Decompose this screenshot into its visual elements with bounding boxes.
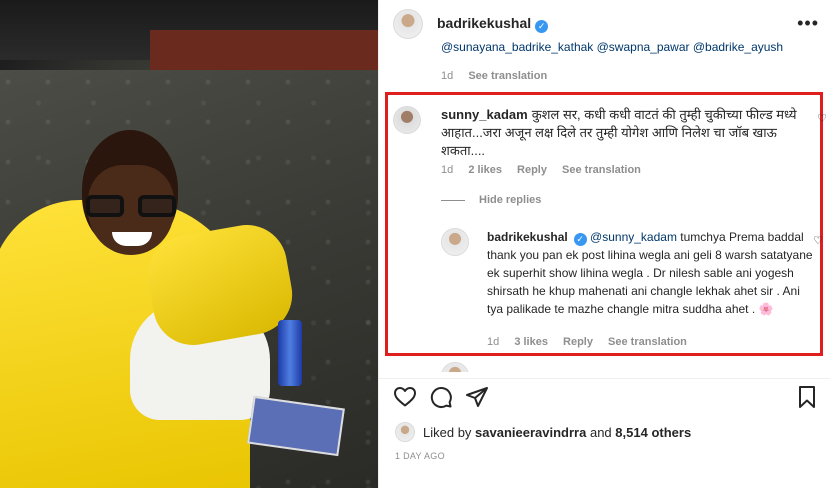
author-avatar[interactable] [393,9,423,39]
caption-see-translation[interactable]: See translation [468,70,547,82]
reply-see-translation[interactable]: See translation [608,336,687,348]
caption-meta: 1d See translation [441,70,547,82]
comment-see-translation[interactable]: See translation [562,164,641,176]
liker-avatar[interactable] [395,422,415,442]
author-username[interactable]: badrikekushal ✓ [437,15,549,33]
hide-replies-button[interactable]: Hide replies [441,194,541,206]
reply-mention[interactable]: @sunny_kadam [590,230,677,244]
caption-time: 1d [441,70,454,82]
likes-prefix: Liked by [423,424,472,440]
photo-glasses [86,195,176,217]
comment-reply-button[interactable]: Reply [517,164,547,176]
blossom-emoji: 🌸 [758,302,774,316]
heart-icon[interactable] [393,385,417,409]
next-comment-avatar[interactable] [441,362,469,372]
likes-and: and [589,424,612,440]
verified-badge-icon: ✓ [535,20,549,33]
hide-replies-label[interactable]: Hide replies [479,194,541,206]
reply-avatar[interactable] [441,228,469,256]
photo-wall-red [150,30,378,70]
post-photo [0,0,378,488]
likes-others-link[interactable]: 8,514 others [615,425,691,440]
comment-icon[interactable] [429,385,453,409]
comment-time: 1d [441,164,454,176]
next-comment-partial [441,362,741,372]
comments-list[interactable]: @sunayana_badrike_kathak @swapna_pawar @… [379,36,830,376]
reply-meta: 1d 3 likes Reply See translation [487,336,687,348]
post-side-panel: badrikekushal ✓ ••• @sunayana_badrike_kat… [378,0,830,488]
send-icon[interactable] [465,385,489,409]
post-date: 1 DAY AGO [395,451,445,461]
photo-spray-can [278,320,302,386]
comment-likes[interactable]: 2 likes [468,164,502,176]
caption-mentions[interactable]: @sunayana_badrike_kathak @swapna_pawar @… [441,40,783,54]
reply-username[interactable]: badrikekushal [487,230,568,244]
reply-reply-button[interactable]: Reply [563,336,593,348]
comment-text: sunny_kadam कुशल सर, कधी कधी वाटतं की तुम… [441,106,811,160]
comment-username[interactable]: sunny_kadam [441,107,528,122]
reply-text: badrikekushal ✓ @sunny_kadam tumchya Prem… [487,228,817,318]
more-horizontal-icon[interactable]: ••• [797,14,819,32]
comment-like-icon[interactable]: ♡ [817,112,827,125]
liker-username[interactable]: savanieeravindrra [475,425,586,440]
reply-like-icon[interactable]: ♡ [813,234,823,247]
verified-badge-icon: ✓ [573,232,587,246]
instagram-post-view: badrikekushal ✓ ••• @sunayana_badrike_kat… [0,0,830,488]
comment-meta: 1d 2 likes Reply See translation [441,164,641,176]
bookmark-icon[interactable] [795,385,819,409]
action-bar [379,378,830,414]
reply-time: 1d [487,336,500,348]
hide-replies-line [441,199,465,201]
likes-summary: Liked by savanieeravindrra and 8,514 oth… [395,422,691,442]
reply-likes[interactable]: 3 likes [514,336,548,348]
comment-avatar[interactable] [393,106,421,134]
